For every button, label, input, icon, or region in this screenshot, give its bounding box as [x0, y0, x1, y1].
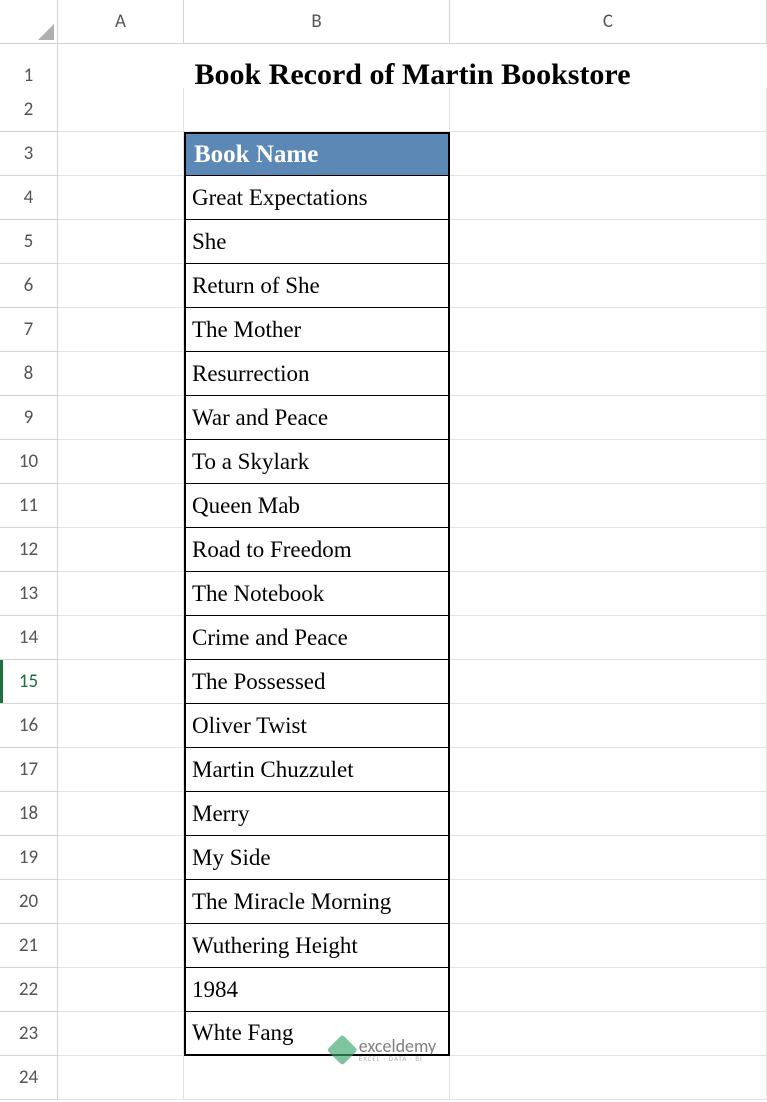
table-row[interactable]: Resurrection	[184, 352, 450, 396]
row-header-16[interactable]: 16	[0, 704, 58, 748]
row-header-22[interactable]: 22	[0, 968, 58, 1012]
cell-a7[interactable]	[58, 308, 184, 352]
table-row[interactable]: Queen Mab	[184, 484, 450, 528]
cell-c9[interactable]	[450, 396, 767, 440]
cell-a13[interactable]	[58, 572, 184, 616]
table-row[interactable]: Crime and Peace	[184, 616, 450, 660]
cell-c6[interactable]	[450, 264, 767, 308]
cell-a16[interactable]	[58, 704, 184, 748]
table-row[interactable]: Wuthering Height	[184, 924, 450, 968]
cell-a10[interactable]	[58, 440, 184, 484]
row-header-6[interactable]: 6	[0, 264, 58, 308]
cell-a6[interactable]	[58, 264, 184, 308]
table-row[interactable]: To a Skylark	[184, 440, 450, 484]
cell-a20[interactable]	[58, 880, 184, 924]
table-row[interactable]: The Miracle Morning	[184, 880, 450, 924]
cell-c2[interactable]	[450, 88, 767, 132]
table-row[interactable]: War and Peace	[184, 396, 450, 440]
cell-c5[interactable]	[450, 220, 767, 264]
spreadsheet-grid: A B C 1 Book Record of Martin Bookstore …	[0, 0, 767, 1100]
cell-c12[interactable]	[450, 528, 767, 572]
cell-c17[interactable]	[450, 748, 767, 792]
cell-c10[interactable]	[450, 440, 767, 484]
cell-c21[interactable]	[450, 924, 767, 968]
row-header-21[interactable]: 21	[0, 924, 58, 968]
table-row[interactable]: Oliver Twist	[184, 704, 450, 748]
cell-a22[interactable]	[58, 968, 184, 1012]
row-header-15[interactable]: 15	[0, 660, 58, 704]
cell-a3[interactable]	[58, 132, 184, 176]
cell-a19[interactable]	[58, 836, 184, 880]
cell-c15[interactable]	[450, 660, 767, 704]
table-header[interactable]: Book Name	[184, 132, 450, 176]
row-header-17[interactable]: 17	[0, 748, 58, 792]
cell-c3[interactable]	[450, 132, 767, 176]
row-header-9[interactable]: 9	[0, 396, 58, 440]
cell-a23[interactable]	[58, 1012, 184, 1056]
row-header-8[interactable]: 8	[0, 352, 58, 396]
row-header-4[interactable]: 4	[0, 176, 58, 220]
table-row[interactable]: Return of She	[184, 264, 450, 308]
cell-a5[interactable]	[58, 220, 184, 264]
select-all-corner[interactable]	[0, 0, 58, 44]
cell-a11[interactable]	[58, 484, 184, 528]
row-header-7[interactable]: 7	[0, 308, 58, 352]
table-row[interactable]: 1984	[184, 968, 450, 1012]
row-header-10[interactable]: 10	[0, 440, 58, 484]
cell-c14[interactable]	[450, 616, 767, 660]
watermark-tagline: EXCEL · DATA · BI	[359, 1055, 436, 1062]
watermark: exceldemy EXCEL · DATA · BI	[331, 1037, 436, 1062]
brand-logo-icon	[326, 1034, 357, 1065]
table-row[interactable]: Martin Chuzzulet	[184, 748, 450, 792]
row-header-5[interactable]: 5	[0, 220, 58, 264]
cell-c23[interactable]	[450, 1012, 767, 1056]
cell-a17[interactable]	[58, 748, 184, 792]
cell-a8[interactable]	[58, 352, 184, 396]
cell-b2[interactable]	[184, 88, 450, 132]
row-header-18[interactable]: 18	[0, 792, 58, 836]
table-row[interactable]: Merry	[184, 792, 450, 836]
col-header-a[interactable]: A	[58, 0, 184, 44]
row-header-2[interactable]: 2	[0, 88, 58, 132]
cell-a12[interactable]	[58, 528, 184, 572]
cell-c18[interactable]	[450, 792, 767, 836]
cell-a18[interactable]	[58, 792, 184, 836]
table-row[interactable]: Road to Freedom	[184, 528, 450, 572]
table-row[interactable]: The Mother	[184, 308, 450, 352]
row-header-13[interactable]: 13	[0, 572, 58, 616]
col-header-b[interactable]: B	[184, 0, 450, 44]
cell-a9[interactable]	[58, 396, 184, 440]
cell-c13[interactable]	[450, 572, 767, 616]
cell-a21[interactable]	[58, 924, 184, 968]
cell-c16[interactable]	[450, 704, 767, 748]
cell-c22[interactable]	[450, 968, 767, 1012]
row-header-3[interactable]: 3	[0, 132, 58, 176]
row-header-11[interactable]: 11	[0, 484, 58, 528]
cell-a15[interactable]	[58, 660, 184, 704]
cell-a2[interactable]	[58, 88, 184, 132]
table-row[interactable]: My Side	[184, 836, 450, 880]
row-header-19[interactable]: 19	[0, 836, 58, 880]
table-row[interactable]: The Notebook	[184, 572, 450, 616]
table-row[interactable]: She	[184, 220, 450, 264]
table-row[interactable]: Great Expectations	[184, 176, 450, 220]
row-header-24[interactable]: 24	[0, 1056, 58, 1100]
cell-c19[interactable]	[450, 836, 767, 880]
table-row[interactable]: The Possessed	[184, 660, 450, 704]
row-header-12[interactable]: 12	[0, 528, 58, 572]
col-header-c[interactable]: C	[450, 0, 767, 44]
cell-a4[interactable]	[58, 176, 184, 220]
cell-a14[interactable]	[58, 616, 184, 660]
cell-c4[interactable]	[450, 176, 767, 220]
cell-c20[interactable]	[450, 880, 767, 924]
cell-c8[interactable]	[450, 352, 767, 396]
row-header-23[interactable]: 23	[0, 1012, 58, 1056]
row-header-14[interactable]: 14	[0, 616, 58, 660]
cell-a24[interactable]	[58, 1056, 184, 1100]
cell-c7[interactable]	[450, 308, 767, 352]
cell-c11[interactable]	[450, 484, 767, 528]
watermark-brand: exceldemy	[359, 1037, 436, 1055]
row-header-20[interactable]: 20	[0, 880, 58, 924]
cell-c24[interactable]	[450, 1056, 767, 1100]
